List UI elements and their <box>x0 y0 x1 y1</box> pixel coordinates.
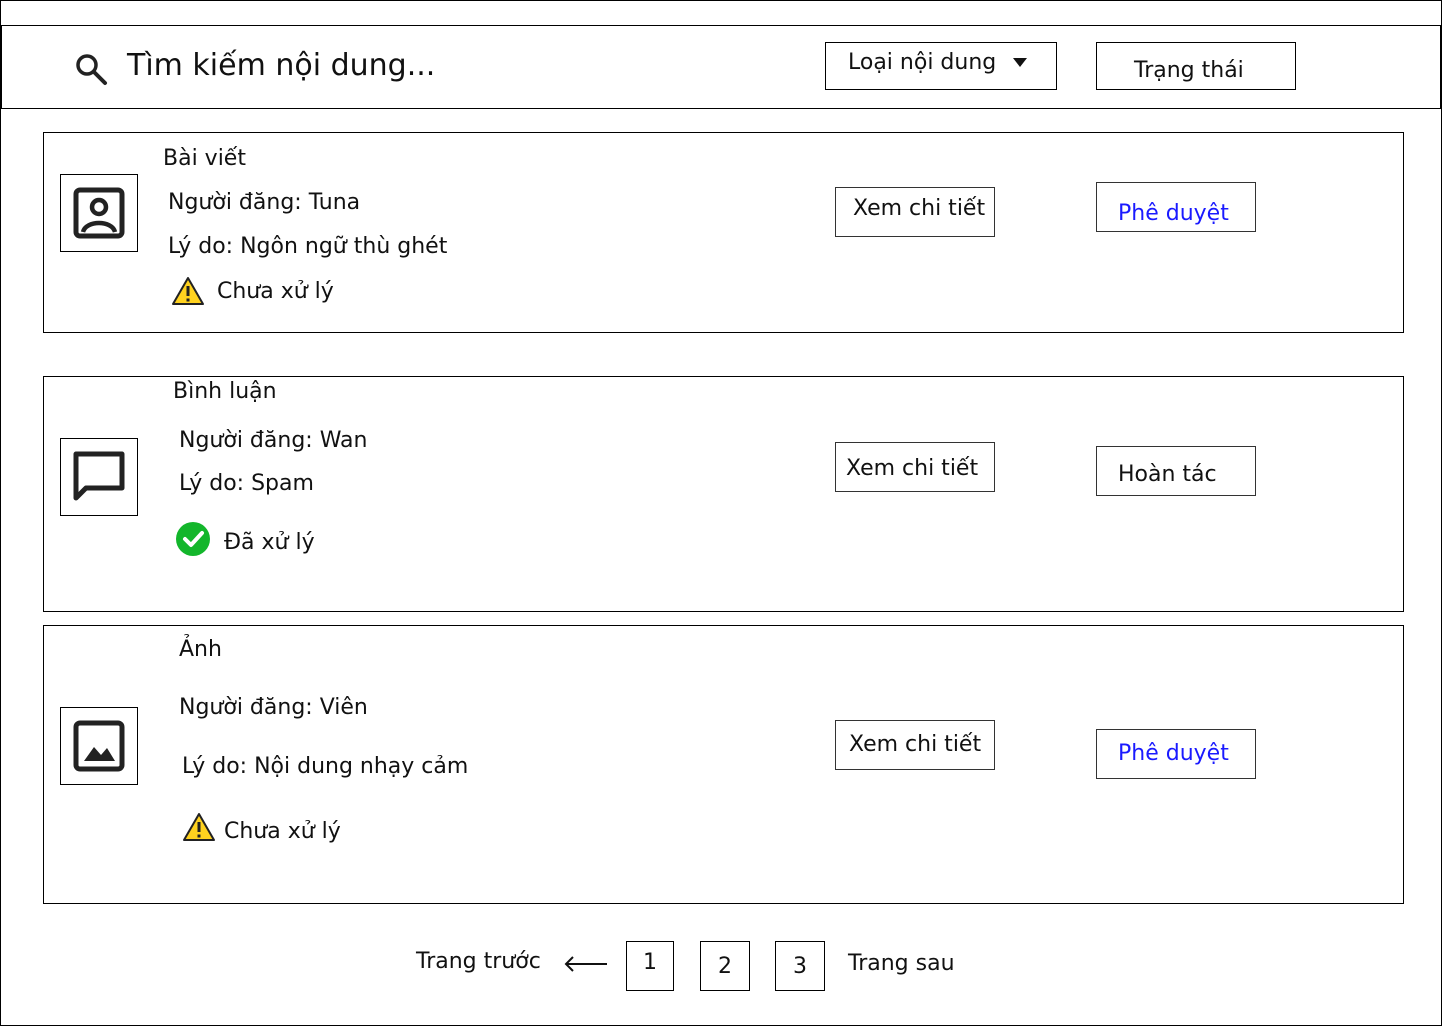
view-detail-button[interactable]: Xem chi tiết <box>835 442 995 492</box>
view-detail-button[interactable]: Xem chi tiết <box>835 187 995 237</box>
status-filter-label: Trạng thái <box>1134 58 1244 83</box>
reason-text: Lý do: Spam <box>179 471 314 496</box>
poster-text: Người đăng: Viên <box>179 695 368 720</box>
content-type-label: Bình luận <box>173 379 277 404</box>
status-text: Chưa xử lý <box>217 279 334 304</box>
reason-text: Lý do: Nội dung nhạy cảm <box>182 754 469 779</box>
status-text: Chưa xử lý <box>224 819 341 844</box>
page-number: 2 <box>718 954 732 979</box>
warning-icon <box>172 277 204 305</box>
check-circle-icon <box>176 522 210 556</box>
view-detail-button[interactable]: Xem chi tiết <box>835 720 995 770</box>
post-thumbnail <box>60 174 138 252</box>
content-type-label: Ảnh <box>179 637 222 662</box>
page-3-button[interactable]: 3 <box>775 941 825 991</box>
undo-button[interactable]: Hoàn tác <box>1096 446 1256 496</box>
approve-button[interactable]: Phê duyệt <box>1096 182 1256 232</box>
content-type-label: Loại nội dung <box>848 50 997 75</box>
next-page-link[interactable]: Trang sau <box>848 951 955 976</box>
reason-text: Lý do: Ngôn ngữ thù ghét <box>168 234 448 259</box>
page-number: 1 <box>643 950 657 975</box>
status-text: Đã xử lý <box>224 530 315 555</box>
content-type-dropdown[interactable]: Loại nội dung <box>825 42 1057 90</box>
content-type-label: Bài viết <box>163 146 246 171</box>
poster-text: Người đăng: Wan <box>179 428 368 453</box>
approve-button[interactable]: Phê duyệt <box>1096 729 1256 779</box>
arrow-left-icon[interactable] <box>563 955 609 973</box>
undo-label: Hoàn tác <box>1118 462 1217 487</box>
approve-label: Phê duyệt <box>1118 741 1229 766</box>
warning-icon <box>183 813 215 841</box>
view-detail-label: Xem chi tiết <box>853 196 986 221</box>
view-detail-label: Xem chi tiết <box>846 456 979 481</box>
status-filter-button[interactable]: Trạng thái <box>1096 42 1296 90</box>
image-icon <box>73 720 125 772</box>
user-portrait-icon <box>73 187 125 239</box>
prev-page-link[interactable]: Trang trước <box>416 949 541 974</box>
image-thumbnail <box>60 707 138 785</box>
page-2-button[interactable]: 2 <box>700 941 750 991</box>
comment-icon <box>73 451 125 501</box>
page-number: 3 <box>793 954 807 979</box>
view-detail-label: Xem chi tiết <box>849 732 982 757</box>
approve-label: Phê duyệt <box>1118 201 1229 226</box>
page-1-button[interactable]: 1 <box>626 941 674 991</box>
poster-text: Người đăng: Tuna <box>168 190 361 215</box>
caret-down-icon <box>1013 58 1027 67</box>
comment-thumbnail <box>60 438 138 516</box>
search-icon[interactable] <box>74 52 108 86</box>
search-input[interactable]: Tìm kiếm nội dung... <box>127 48 435 83</box>
